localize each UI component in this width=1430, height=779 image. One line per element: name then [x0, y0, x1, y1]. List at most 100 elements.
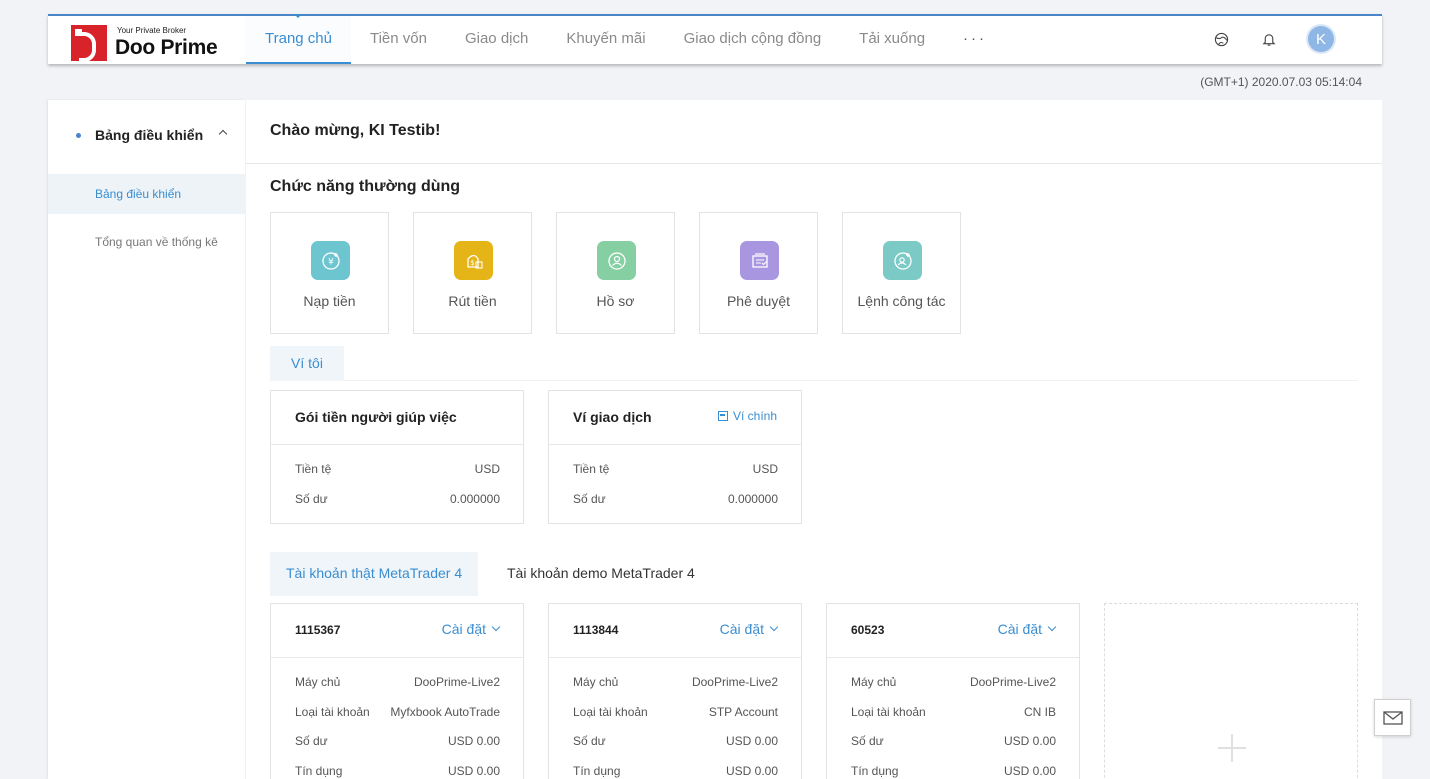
withdraw-icon: $	[454, 241, 493, 280]
account-row-balance: Số dư USD 0.00	[573, 734, 778, 748]
account-settings-dropdown[interactable]: Cài đặt	[441, 621, 501, 637]
nav-home[interactable]: Trang chủ	[246, 14, 351, 64]
chevron-down-icon	[491, 622, 501, 632]
main-wallet-link[interactable]: Ví chính	[717, 409, 777, 423]
wallet-row-currency: Tiền tệ USD	[573, 462, 778, 476]
tab-my-wallet[interactable]: Ví tôi	[270, 346, 344, 381]
welcome-message: Chào mừng, KI Testib!	[270, 122, 441, 139]
bell-icon[interactable]	[1260, 30, 1278, 48]
profile-icon	[597, 241, 636, 280]
sidebar-item-statistics-overview[interactable]: Tổng quan về thống kê	[48, 222, 245, 262]
nav-community-trading[interactable]: Giao dịch cộng đồng	[665, 16, 841, 64]
nav-promotions[interactable]: Khuyến mãi	[547, 16, 664, 64]
row-value: 0.000000	[449, 492, 500, 506]
nav-trading[interactable]: Giao dịch	[446, 16, 547, 64]
account-number: 60523	[851, 623, 885, 637]
bullet-dot-icon	[76, 133, 81, 138]
language-globe-icon[interactable]	[1212, 30, 1230, 48]
account-row-type: Loại tài khoản STP Account	[573, 705, 778, 719]
logo-tagline: Your Private Broker	[117, 26, 187, 35]
divider	[549, 657, 801, 658]
sidebar-item-dashboard[interactable]: Bảng điều khiển	[48, 174, 245, 214]
divider	[271, 444, 523, 445]
wallet-row-balance: Số dư 0.000000	[295, 492, 500, 506]
row-label: Máy chủ	[573, 675, 619, 689]
nav-downloads[interactable]: Tải xuống	[840, 16, 944, 64]
row-value: DooPrime-Live2	[691, 675, 778, 689]
row-value: 0.000000	[727, 492, 778, 506]
settings-label: Cài đặt	[997, 621, 1042, 637]
account-row-server: Máy chủ DooPrime-Live2	[573, 675, 778, 689]
row-value: Myfxbook AutoTrade	[390, 705, 500, 719]
row-label: Số dư	[851, 734, 884, 748]
work-order-icon	[883, 241, 922, 280]
account-row-credit: Tín dụng USD 0.00	[573, 764, 778, 778]
row-label: Máy chủ	[295, 675, 341, 689]
nav-more-button[interactable]: ···	[944, 16, 1006, 64]
function-label: Rút tiền	[448, 293, 497, 309]
deposit-icon: ¥	[311, 241, 350, 280]
wallet-link-icon	[717, 411, 728, 421]
row-label: Tiền tệ	[295, 462, 332, 476]
row-value: USD 0.00	[1003, 764, 1056, 778]
wallet-title: Ví giao dịch	[573, 409, 652, 425]
function-card-withdraw[interactable]: $ Rút tiền	[413, 212, 532, 334]
message-button[interactable]	[1374, 699, 1411, 736]
function-card-deposit[interactable]: ¥ Nạp tiền	[270, 212, 389, 334]
row-value: USD 0.00	[725, 764, 778, 778]
function-label: Lệnh công tác	[857, 293, 946, 309]
sidebar-group-label: Bảng điều khiển	[95, 127, 204, 143]
main-content: Chào mừng, KI Testib! Chức năng thường d…	[246, 100, 1382, 779]
row-value: USD 0.00	[725, 734, 778, 748]
function-card-work-order[interactable]: Lệnh công tác	[842, 212, 961, 334]
account-number: 1113844	[573, 623, 619, 637]
wallet-row-balance: Số dư 0.000000	[573, 492, 778, 506]
chevron-up-icon	[218, 129, 228, 139]
row-value: USD 0.00	[1003, 734, 1056, 748]
doo-prime-logo[interactable]: Your Private Broker Doo Prime	[71, 22, 226, 62]
settings-label: Cài đặt	[441, 621, 486, 637]
logo-mark	[71, 25, 107, 62]
main-wallet-link-label: Ví chính	[732, 409, 777, 423]
row-label: Loại tài khoản	[851, 705, 926, 719]
account-row-credit: Tín dụng USD 0.00	[295, 764, 500, 778]
row-value: STP Account	[708, 705, 778, 719]
row-label: Số dư	[573, 734, 606, 748]
nav-funds[interactable]: Tiền vốn	[351, 16, 446, 64]
row-value: USD	[474, 462, 500, 476]
row-label: Loại tài khoản	[573, 705, 648, 719]
tab-demo-mt4-accounts[interactable]: Tài khoản demo MetaTrader 4	[491, 552, 711, 596]
account-card: 1115367 Cài đặt Máy chủ DooPrime-Live2 Lo…	[270, 603, 524, 779]
settings-label: Cài đặt	[719, 621, 764, 637]
account-row-type: Loại tài khoản CN IB	[851, 705, 1056, 719]
user-avatar[interactable]: K	[1308, 26, 1334, 52]
divider	[827, 657, 1079, 658]
wallet-card-helper: Gói tiền người giúp việc Tiền tệ USD Số …	[270, 390, 524, 524]
function-label: Nạp tiền	[303, 293, 356, 309]
row-label: Máy chủ	[851, 675, 897, 689]
account-card: 1113844 Cài đặt Máy chủ DooPrime-Live2 Lo…	[548, 603, 802, 779]
function-card-profile[interactable]: Hồ sơ	[556, 212, 675, 334]
chevron-down-icon	[769, 622, 779, 632]
row-label: Số dư	[295, 734, 328, 748]
account-settings-dropdown[interactable]: Cài đặt	[997, 621, 1057, 637]
row-value: DooPrime-Live2	[969, 675, 1056, 689]
envelope-icon	[1382, 710, 1403, 725]
account-settings-dropdown[interactable]: Cài đặt	[719, 621, 779, 637]
row-label: Tín dụng	[573, 764, 621, 778]
sidebar-group-dashboard[interactable]: Bảng điều khiển	[48, 122, 245, 150]
account-row-type: Loại tài khoản Myfxbook AutoTrade	[295, 705, 500, 719]
function-label: Phê duyệt	[726, 293, 791, 309]
function-label: Hồ sơ	[596, 293, 635, 309]
account-row-credit: Tín dụng USD 0.00	[851, 764, 1056, 778]
wallet-title: Gói tiền người giúp việc	[295, 409, 457, 425]
divider	[246, 163, 1382, 164]
divider	[344, 380, 1358, 381]
row-value: CN IB	[1023, 705, 1056, 719]
chevron-down-icon	[1047, 622, 1057, 632]
function-card-approval[interactable]: Phê duyệt	[699, 212, 818, 334]
add-account-card[interactable]	[1104, 603, 1358, 779]
common-functions-title: Chức năng thường dùng	[270, 178, 461, 195]
tab-live-mt4-accounts[interactable]: Tài khoản thật MetaTrader 4	[270, 552, 479, 596]
account-row-balance: Số dư USD 0.00	[851, 734, 1056, 748]
